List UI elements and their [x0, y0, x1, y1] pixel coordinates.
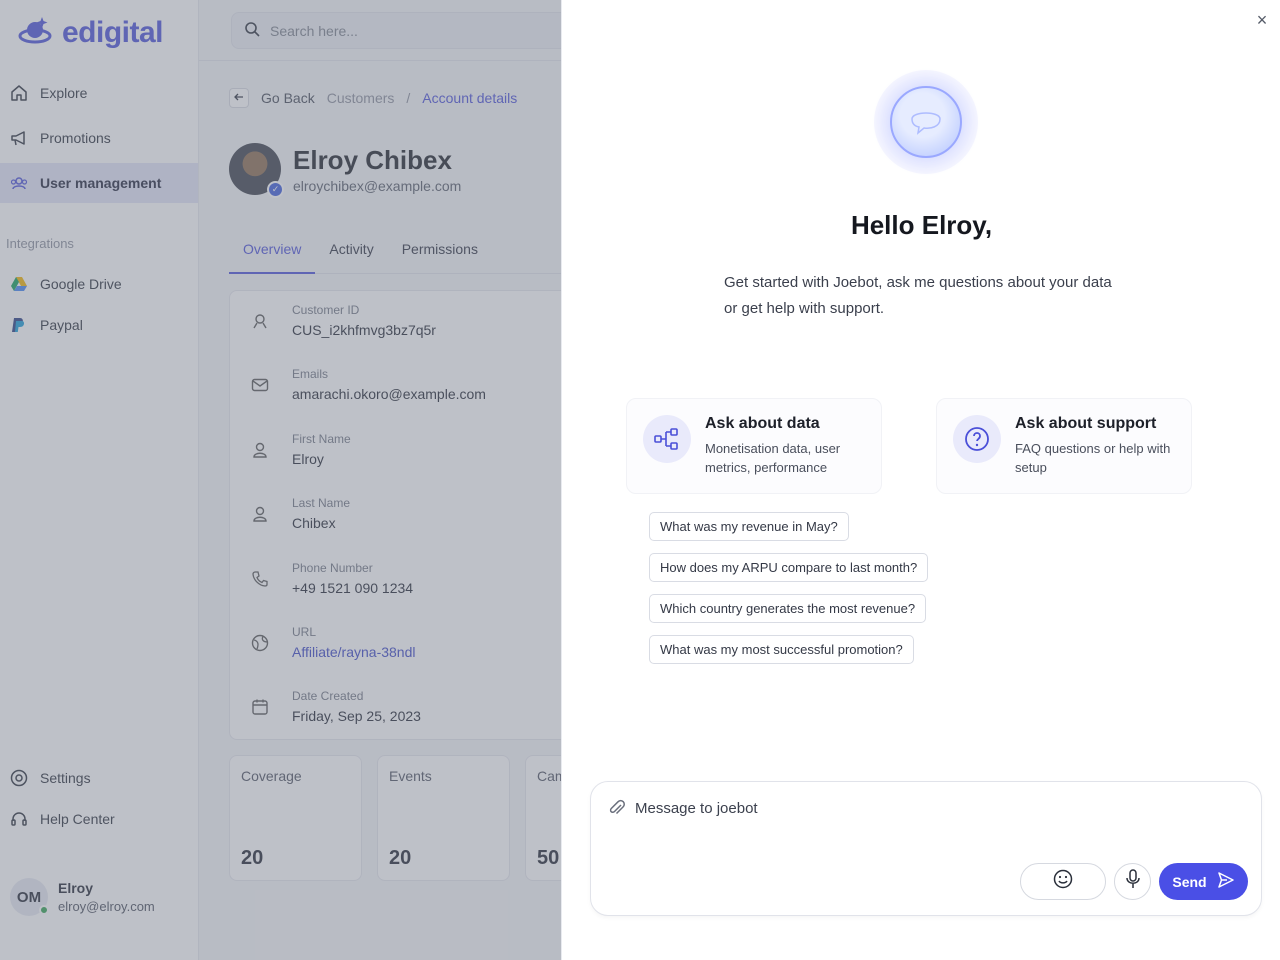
send-label: Send [1172, 873, 1207, 890]
suggestion-chip[interactable]: How does my ARPU compare to last month? [649, 553, 929, 582]
modal-backdrop[interactable] [0, 0, 561, 960]
paper-plane-icon [1217, 871, 1235, 892]
message-input[interactable] [635, 796, 1195, 820]
data-flow-icon [643, 415, 691, 463]
emoji-button[interactable] [1020, 863, 1106, 900]
close-icon[interactable]: × [1252, 10, 1272, 30]
question-circle-icon [953, 415, 1001, 463]
microphone-icon [1125, 869, 1141, 894]
paperclip-icon[interactable] [607, 798, 627, 818]
joebot-chat-panel: × Hello Elroy, Get started with Joebot, … [561, 0, 1280, 960]
joebot-orb [874, 70, 978, 174]
suggestion-chip[interactable]: Which country generates the most revenue… [649, 594, 927, 623]
greeting-title: Hello Elroy, [850, 210, 993, 240]
microphone-button[interactable] [1114, 863, 1151, 900]
ask-about-support-card[interactable]: Ask about support FAQ questions or help … [936, 398, 1192, 494]
smiley-icon [1053, 869, 1073, 894]
ask-about-data-card[interactable]: Ask about data Monetisation data, user m… [626, 398, 882, 494]
intro-text: Get started with Joebot, ask me question… [724, 274, 1112, 317]
chat-bubble-icon [890, 86, 962, 158]
suggestion-chip[interactable]: What was my most successful promotion? [649, 635, 914, 664]
card-title: Ask about data [705, 415, 820, 432]
card-description: Monetisation data, user metrics, perform… [705, 441, 841, 475]
send-button[interactable]: Send [1159, 863, 1248, 900]
message-composer: Send [590, 781, 1262, 916]
card-description: FAQ questions or help with setup [1015, 441, 1171, 475]
suggestion-chip[interactable]: What was my revenue in May? [649, 512, 849, 541]
card-title: Ask about support [1015, 415, 1157, 432]
